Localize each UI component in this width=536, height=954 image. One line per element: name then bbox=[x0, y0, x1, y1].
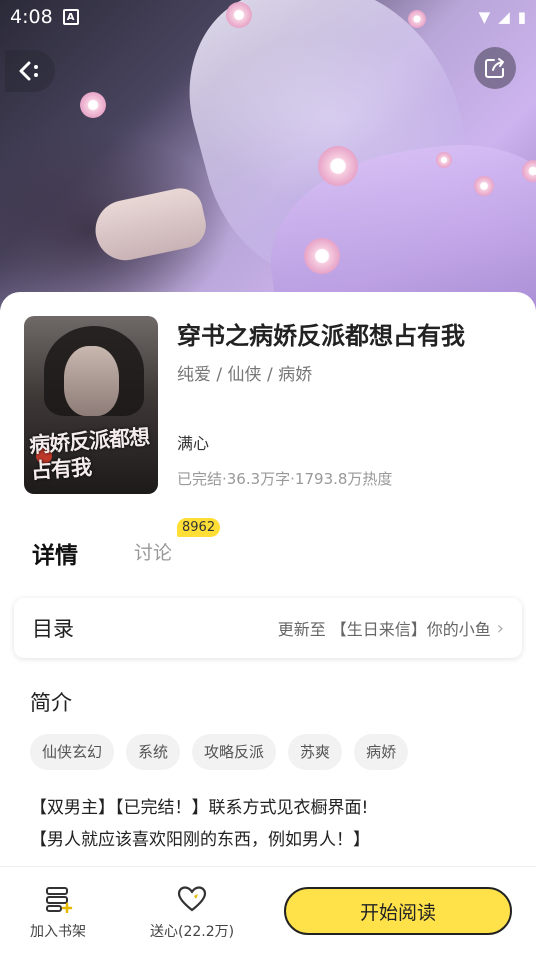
tag-chip[interactable]: 苏爽 bbox=[288, 734, 343, 770]
tag-chip[interactable]: 病娇 bbox=[354, 734, 409, 770]
hero-banner-image bbox=[0, 0, 536, 310]
tab-detail[interactable]: 详情 bbox=[32, 536, 78, 570]
synopsis: 【双男主】【已完结！】联系方式见衣橱界面! 【男人就应该喜欢阳刚的东西，例如男人… bbox=[30, 792, 510, 856]
battery-icon: ▮ bbox=[517, 8, 526, 26]
tag-chip[interactable]: 系统 bbox=[126, 734, 181, 770]
share-button[interactable] bbox=[474, 47, 516, 89]
send-heart-button[interactable]: 送心(22.2万) bbox=[150, 885, 234, 941]
cover-title-text: 病娇反派都想占有我 bbox=[28, 424, 150, 484]
book-cover[interactable]: 病娇反派都想占有我 bbox=[24, 316, 158, 494]
table-of-contents-bar[interactable]: 目录 更新至 【生日来信】你的小鱼 › bbox=[14, 598, 522, 658]
chevron-right-icon: › bbox=[496, 617, 504, 639]
status-time: 4:08 bbox=[10, 6, 53, 28]
bookshelf-add-icon bbox=[46, 887, 73, 913]
status-bar: 4:08 A ▼ ◢ ▮ bbox=[0, 0, 536, 34]
synopsis-line: 【双男主】【已完结！】联系方式见衣橱界面! bbox=[30, 798, 369, 818]
add-to-shelf-button[interactable]: 加入书架 bbox=[30, 885, 86, 941]
send-heart-label: 送心(22.2万) bbox=[150, 924, 235, 940]
tag-chips: 仙侠玄幻 系统 攻略反派 苏爽 病娇 bbox=[30, 734, 409, 770]
start-reading-button[interactable]: 开始阅读 bbox=[284, 887, 512, 935]
back-button[interactable] bbox=[5, 50, 55, 92]
book-author[interactable]: 满心 bbox=[177, 430, 209, 454]
share-icon bbox=[485, 58, 504, 78]
synopsis-line: 【男人就应该喜欢阳刚的东西，例如男人！】 bbox=[30, 830, 370, 850]
add-to-shelf-label: 加入书架 bbox=[30, 924, 86, 940]
toc-label: 目录 bbox=[32, 617, 74, 641]
intro-title: 简介 bbox=[30, 691, 72, 715]
signal-icon: ◢ bbox=[498, 8, 510, 26]
detail-tabs: 详情 讨论 8962 bbox=[32, 518, 332, 580]
heart-icon bbox=[177, 886, 207, 912]
bottom-action-bar: 加入书架 送心(22.2万) 开始阅读 bbox=[0, 866, 536, 954]
tab-discuss[interactable]: 讨论 bbox=[134, 538, 172, 565]
book-tags: 纯爱 / 仙侠 / 病娇 bbox=[177, 365, 313, 385]
book-detail-card: 病娇反派都想占有我 穿书之病娇反派都想占有我 纯爱 / 仙侠 / 病娇 满心 已… bbox=[0, 292, 536, 954]
tag-chip[interactable]: 攻略反派 bbox=[192, 734, 277, 770]
book-stats: 已完结·36.3万字·1793.8万热度 bbox=[177, 470, 393, 488]
tag-chip[interactable]: 仙侠玄幻 bbox=[30, 734, 115, 770]
back-arrow-icon bbox=[19, 61, 38, 81]
status-icons: ▼ ◢ ▮ bbox=[479, 8, 526, 26]
wifi-icon: ▼ bbox=[478, 8, 491, 26]
discuss-count-badge: 8962 bbox=[177, 518, 221, 537]
toc-latest-chapter: 更新至 【生日来信】你的小鱼 bbox=[277, 620, 491, 639]
notification-icon: A bbox=[62, 9, 79, 25]
book-title: 穿书之病娇反派都想占有我 bbox=[177, 322, 465, 350]
